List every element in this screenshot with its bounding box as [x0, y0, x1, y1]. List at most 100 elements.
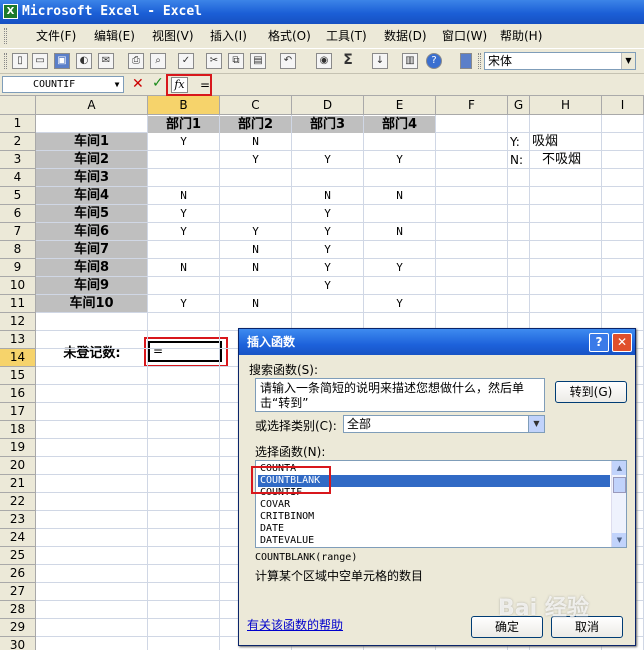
chevron-down-icon[interactable]: ▼: [621, 53, 635, 69]
save-icon[interactable]: ▣: [54, 53, 70, 69]
column-header-d[interactable]: D: [292, 96, 364, 115]
menu-edit[interactable]: 编辑(E): [92, 28, 137, 44]
row-header-20[interactable]: 20: [0, 457, 36, 475]
row-header-26[interactable]: 26: [0, 565, 36, 583]
spelling-icon[interactable]: ✓: [178, 53, 194, 69]
row-header-17[interactable]: 17: [0, 403, 36, 421]
open-icon[interactable]: ▭: [32, 53, 48, 69]
workshop-cell[interactable]: 车间5: [36, 205, 147, 222]
column-header-c[interactable]: C: [220, 96, 292, 115]
function-list-scrollbar[interactable]: ▲ ▼: [611, 461, 626, 547]
value-cell[interactable]: Y: [364, 151, 435, 169]
row-header-8[interactable]: 8: [0, 241, 36, 259]
value-cell[interactable]: N: [148, 259, 219, 277]
row-header-16[interactable]: 16: [0, 385, 36, 403]
row-header-24[interactable]: 24: [0, 529, 36, 547]
menu-data[interactable]: 数据(D): [382, 28, 429, 44]
format-toolbar-grip[interactable]: [478, 53, 481, 69]
font-name-select[interactable]: 宋体 ▼: [484, 52, 636, 70]
row-header-27[interactable]: 27: [0, 583, 36, 601]
row-header-10[interactable]: 10: [0, 277, 36, 295]
value-cell[interactable]: Y: [292, 205, 363, 223]
hyperlink-icon[interactable]: ◉: [316, 53, 332, 69]
value-cell[interactable]: Y: [292, 277, 363, 295]
row-header-2[interactable]: 2: [0, 133, 36, 151]
search-function-input[interactable]: 请输入一条简短的说明来描述您想做什么，然后单击“转到”: [255, 378, 545, 412]
sort-ascending-icon[interactable]: ↓: [372, 53, 388, 69]
row-header-11[interactable]: 11: [0, 295, 36, 313]
value-cell[interactable]: Y: [148, 133, 219, 151]
row-header-4[interactable]: 4: [0, 169, 36, 187]
function-item-date[interactable]: DATE: [258, 523, 610, 535]
value-cell[interactable]: Y: [364, 259, 435, 277]
category-select[interactable]: 全部 ▼: [343, 415, 545, 433]
row-header-6[interactable]: 6: [0, 205, 36, 223]
value-cell[interactable]: N: [364, 187, 435, 205]
value-cell[interactable]: Y: [220, 223, 291, 241]
row-header-7[interactable]: 7: [0, 223, 36, 241]
copy-icon[interactable]: ⧉: [228, 53, 244, 69]
enter-icon[interactable]: ✓: [152, 75, 164, 91]
column-header-a[interactable]: A: [36, 96, 148, 115]
workshop-cell[interactable]: 车间6: [36, 223, 147, 240]
menu-view[interactable]: 视图(V): [150, 28, 196, 44]
select-all-corner[interactable]: [0, 96, 36, 115]
header-cell-dept2[interactable]: 部门2: [220, 116, 291, 133]
value-cell[interactable]: N: [220, 133, 291, 151]
column-header-b[interactable]: B: [148, 96, 220, 115]
chart-wizard-icon[interactable]: ▥: [402, 53, 418, 69]
new-icon[interactable]: ▯: [12, 53, 28, 69]
legend-text-y[interactable]: 吸烟: [532, 133, 558, 151]
value-cell[interactable]: Y: [292, 241, 363, 259]
row-header-28[interactable]: 28: [0, 601, 36, 619]
value-cell[interactable]: N: [148, 187, 219, 205]
value-cell[interactable]: Y: [364, 295, 435, 313]
insert-function-icon[interactable]: fx: [171, 77, 188, 93]
value-cell[interactable]: Y: [292, 223, 363, 241]
workshop-cell[interactable]: 车间7: [36, 241, 147, 258]
help-icon[interactable]: ?: [589, 333, 609, 352]
function-item-datevalue[interactable]: DATEVALUE: [258, 535, 610, 547]
toolbar-options-icon[interactable]: [460, 53, 472, 69]
row-header-18[interactable]: 18: [0, 421, 36, 439]
workshop-cell[interactable]: 车间9: [36, 277, 147, 294]
menu-format[interactable]: 格式(O): [266, 28, 313, 44]
paste-icon[interactable]: ▤: [250, 53, 266, 69]
value-cell[interactable]: Y: [220, 151, 291, 169]
row-header-14[interactable]: 14: [0, 349, 36, 367]
value-cell[interactable]: Y: [148, 295, 219, 313]
menu-tools[interactable]: 工具(T): [324, 28, 369, 44]
email-icon[interactable]: ✉: [98, 53, 114, 69]
header-cell-dept3[interactable]: 部门3: [292, 116, 363, 133]
value-cell[interactable]: N: [220, 259, 291, 277]
column-header-h[interactable]: H: [530, 96, 602, 115]
row-header-19[interactable]: 19: [0, 439, 36, 457]
permission-icon[interactable]: ◐: [76, 53, 92, 69]
menu-help[interactable]: 帮助(H): [498, 28, 544, 44]
row-header-12[interactable]: 12: [0, 313, 36, 331]
scroll-up-icon[interactable]: ▲: [612, 461, 626, 475]
value-cell[interactable]: N: [292, 187, 363, 205]
column-header-f[interactable]: F: [436, 96, 508, 115]
row-header-1[interactable]: 1: [0, 115, 36, 133]
function-item-critbinom[interactable]: CRITBINOM: [258, 511, 610, 523]
value-cell[interactable]: N: [220, 241, 291, 259]
cancel-icon[interactable]: ✕: [132, 76, 144, 92]
function-help-link[interactable]: 有关该函数的帮助: [247, 616, 343, 633]
scroll-down-icon[interactable]: ▼: [612, 533, 626, 547]
row-header-5[interactable]: 5: [0, 187, 36, 205]
row-header-3[interactable]: 3: [0, 151, 36, 169]
legend-key-y[interactable]: Y:: [510, 133, 520, 151]
formula-input[interactable]: =: [200, 78, 210, 92]
name-box[interactable]: COUNTIF ▼: [2, 76, 124, 93]
help-icon[interactable]: ?: [426, 53, 442, 69]
row-header-21[interactable]: 21: [0, 475, 36, 493]
header-cell-dept4[interactable]: 部门4: [364, 116, 435, 133]
chevron-down-icon[interactable]: ▼: [528, 416, 544, 432]
print-icon[interactable]: ⎙: [128, 53, 144, 69]
menu-insert[interactable]: 插入(I): [208, 28, 249, 44]
value-cell[interactable]: Y: [148, 223, 219, 241]
value-cell[interactable]: N: [364, 223, 435, 241]
workshop-cell[interactable]: 车间4: [36, 187, 147, 204]
row-header-13[interactable]: 13: [0, 331, 36, 349]
